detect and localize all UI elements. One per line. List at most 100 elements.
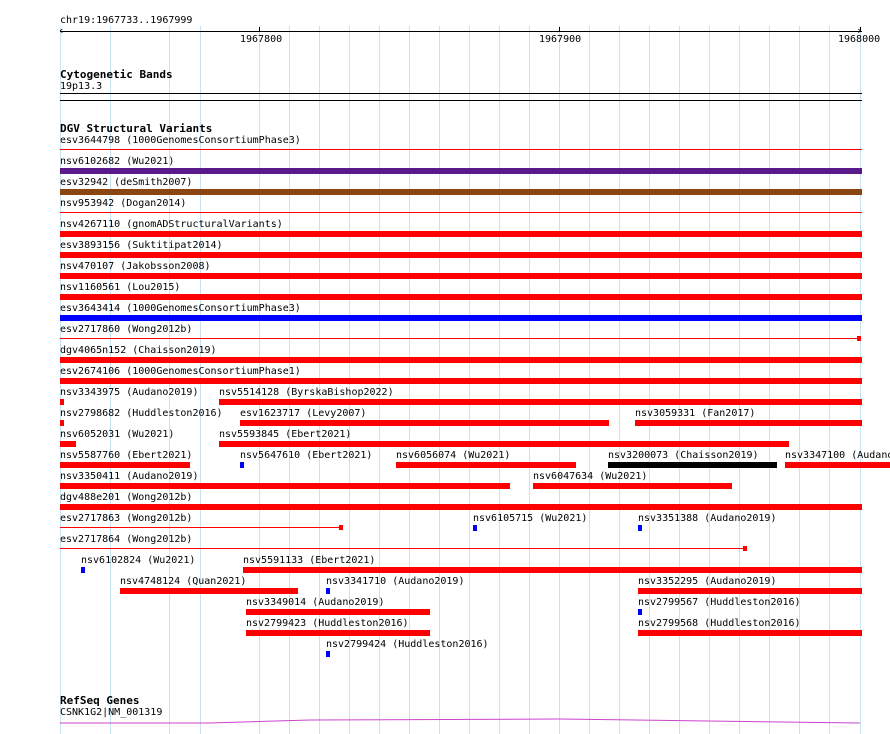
dgv-feature-label[interactable]: nsv3351388 (Audano2019) xyxy=(638,513,776,525)
dgv-feature-label[interactable]: esv2717864 (Wong2012b) xyxy=(60,534,192,546)
dgv-feature-bar[interactable] xyxy=(60,504,862,510)
dgv-feature-bar[interactable] xyxy=(60,212,862,213)
dgv-feature-bar[interactable] xyxy=(60,420,64,426)
dgv-feature-bar[interactable] xyxy=(60,273,862,279)
dgv-feature-label[interactable]: nsv5647610 (Ebert2021) xyxy=(240,450,372,462)
dgv-feature-bar[interactable] xyxy=(608,462,777,468)
dgv-feature-end-mark[interactable] xyxy=(339,525,343,530)
dgv-feature-end-mark[interactable] xyxy=(743,546,747,551)
dgv-feature-label[interactable]: nsv2799424 (Huddleston2016) xyxy=(326,639,489,651)
position-label: chr19:1967733..1967999 xyxy=(60,15,193,26)
dgv-feature-label[interactable]: esv2717860 (Wong2012b) xyxy=(60,324,192,336)
dgv-feature-label[interactable]: nsv6056074 (Wu2021) xyxy=(396,450,510,462)
dgv-feature-bar[interactable] xyxy=(60,399,64,405)
dgv-feature-bar[interactable] xyxy=(219,399,862,405)
dgv-feature-label[interactable]: nsv3349014 (Audano2019) xyxy=(246,597,384,609)
dgv-feature-bar[interactable] xyxy=(326,588,330,594)
dgv-feature-label[interactable]: dgv488e201 (Wong2012b) xyxy=(60,492,192,504)
dgv-feature-bar[interactable] xyxy=(60,527,342,528)
dgv-feature-bar[interactable] xyxy=(638,630,862,636)
dgv-feature-label[interactable]: nsv2799568 (Huddleston2016) xyxy=(638,618,801,630)
dgv-feature-bar[interactable] xyxy=(638,525,642,531)
genome-browser-view: chr19:1967733..1967999 ‹ › 1967800 19679… xyxy=(0,0,890,734)
dgv-feature-label[interactable]: nsv2799567 (Huddleston2016) xyxy=(638,597,801,609)
dgv-feature-bar[interactable] xyxy=(246,630,430,636)
dgv-feature-bar[interactable] xyxy=(60,357,862,363)
dgv-feature-bar[interactable] xyxy=(60,338,857,339)
dgv-feature-bar[interactable] xyxy=(60,149,862,150)
refseq-track-title[interactable]: RefSeq Genes xyxy=(60,694,139,707)
dgv-feature-bar[interactable] xyxy=(473,525,477,531)
dgv-feature-label[interactable]: esv2674106 (1000GenomesConsortiumPhase1) xyxy=(60,366,301,378)
dgv-feature-label[interactable]: nsv953942 (Dogan2014) xyxy=(60,198,186,210)
dgv-feature-label[interactable]: nsv2798682 (Huddleston2016) xyxy=(60,408,223,420)
refseq-gene-model[interactable] xyxy=(60,716,862,726)
dgv-feature-bar[interactable] xyxy=(240,462,244,468)
dgv-feature-bar[interactable] xyxy=(60,462,190,468)
dgv-feature-bar[interactable] xyxy=(60,378,862,384)
dgv-feature-label[interactable]: nsv3341710 (Audano2019) xyxy=(326,576,464,588)
ruler-left-arrow[interactable]: ‹ xyxy=(58,25,65,37)
dgv-feature-bar[interactable] xyxy=(60,441,76,447)
dgv-feature-label[interactable]: nsv5593845 (Ebert2021) xyxy=(219,429,351,441)
dgv-feature-label[interactable]: esv3893156 (Suktitipat2014) xyxy=(60,240,223,252)
dgv-feature-label[interactable]: nsv6102682 (Wu2021) xyxy=(60,156,174,168)
dgv-feature-label[interactable]: nsv6105715 (Wu2021) xyxy=(473,513,587,525)
dgv-feature-label[interactable]: nsv6052031 (Wu2021) xyxy=(60,429,174,441)
dgv-feature-bar[interactable] xyxy=(60,294,862,300)
dgv-feature-bar[interactable] xyxy=(120,588,298,594)
dgv-feature-bar[interactable] xyxy=(60,231,862,237)
dgv-feature-label[interactable]: dgv4065n152 (Chaisson2019) xyxy=(60,345,217,357)
dgv-feature-label[interactable]: nsv3347100 (Audano2019) xyxy=(785,450,890,462)
dgv-feature-label[interactable]: nsv5591133 (Ebert2021) xyxy=(243,555,375,567)
ruler-tick xyxy=(559,27,560,32)
dgv-feature-bar[interactable] xyxy=(785,462,890,468)
dgv-feature-bar[interactable] xyxy=(60,189,862,195)
dgv-feature-label[interactable]: nsv6102824 (Wu2021) xyxy=(81,555,195,567)
dgv-feature-label[interactable]: nsv470107 (Jakobsson2008) xyxy=(60,261,211,273)
dgv-feature-label[interactable]: esv2717863 (Wong2012b) xyxy=(60,513,192,525)
cytoband-band-bar[interactable] xyxy=(60,93,862,94)
dgv-feature-bar[interactable] xyxy=(240,420,609,426)
dgv-feature-bar[interactable] xyxy=(635,420,862,426)
dgv-feature-bar[interactable] xyxy=(533,483,732,489)
dgv-feature-bar[interactable] xyxy=(326,651,330,657)
dgv-feature-bar[interactable] xyxy=(60,315,862,321)
track-separator xyxy=(60,100,862,101)
dgv-feature-bar[interactable] xyxy=(60,548,747,549)
dgv-feature-label[interactable]: nsv2799423 (Huddleston2016) xyxy=(246,618,409,630)
dgv-feature-label[interactable]: nsv4267110 (gnomADStructuralVariants) xyxy=(60,219,283,231)
dgv-feature-bar[interactable] xyxy=(219,441,789,447)
dgv-feature-bar[interactable] xyxy=(243,567,862,573)
dgv-feature-bar[interactable] xyxy=(81,567,85,573)
ruler-label: 1967900 xyxy=(539,34,582,45)
dgv-feature-label[interactable]: nsv3350411 (Audano2019) xyxy=(60,471,198,483)
ruler-line xyxy=(60,31,862,32)
ruler-label: 1967800 xyxy=(240,34,283,45)
dgv-feature-label[interactable]: esv3644798 (1000GenomesConsortiumPhase3) xyxy=(60,135,301,147)
dgv-feature-bar[interactable] xyxy=(60,483,510,489)
dgv-feature-bar[interactable] xyxy=(60,168,862,174)
dgv-feature-label[interactable]: nsv4748124 (Quan2021) xyxy=(120,576,246,588)
dgv-feature-label[interactable]: esv32942 (deSmith2007) xyxy=(60,177,192,189)
dgv-feature-label[interactable]: nsv6047634 (Wu2021) xyxy=(533,471,647,483)
dgv-feature-label[interactable]: nsv3343975 (Audano2019) xyxy=(60,387,198,399)
dgv-feature-label[interactable]: nsv5514128 (ByrskaBishop2022) xyxy=(219,387,394,399)
dgv-feature-bar[interactable] xyxy=(60,252,862,258)
dgv-feature-label[interactable]: nsv3352295 (Audano2019) xyxy=(638,576,776,588)
dgv-feature-end-mark[interactable] xyxy=(857,336,861,341)
ruler-tick xyxy=(860,27,861,32)
dgv-feature-bar[interactable] xyxy=(638,588,862,594)
dgv-feature-label[interactable]: esv3643414 (1000GenomesConsortiumPhase3) xyxy=(60,303,301,315)
dgv-feature-bar[interactable] xyxy=(638,609,642,615)
dgv-feature-label[interactable]: esv1623717 (Levy2007) xyxy=(240,408,366,420)
cytoband-name: 19p13.3 xyxy=(60,81,103,92)
dgv-feature-bar[interactable] xyxy=(246,609,430,615)
dgv-feature-label[interactable]: nsv3200073 (Chaisson2019) xyxy=(608,450,759,462)
dgv-feature-bar[interactable] xyxy=(396,462,576,468)
cytoband-track-title[interactable]: Cytogenetic Bands xyxy=(60,68,173,81)
dgv-feature-label[interactable]: nsv5587760 (Ebert2021) xyxy=(60,450,192,462)
dgv-feature-label[interactable]: nsv3059331 (Fan2017) xyxy=(635,408,755,420)
dgv-track-title[interactable]: DGV Structural Variants xyxy=(60,122,212,135)
dgv-feature-label[interactable]: nsv1160561 (Lou2015) xyxy=(60,282,180,294)
